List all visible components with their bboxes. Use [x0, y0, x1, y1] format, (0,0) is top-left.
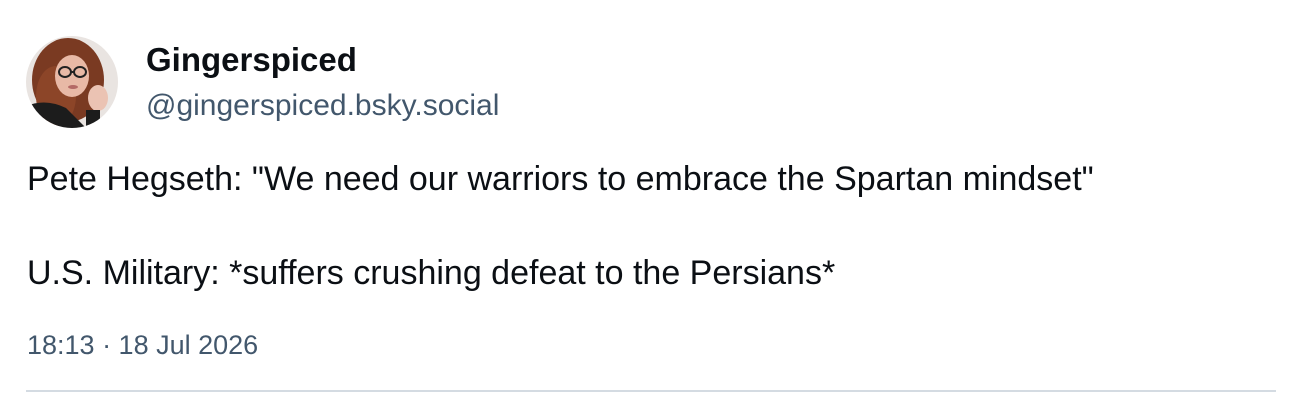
post-text-line: Pete Hegseth: "We need our warriors to e… [27, 160, 1094, 198]
divider [26, 390, 1276, 392]
post-card: Gingerspiced @gingerspiced.bsky.social P… [0, 0, 1306, 404]
author-display-name[interactable]: Gingerspiced [146, 40, 357, 80]
post-text-line: U.S. Military: *suffers crushing defeat … [27, 254, 836, 292]
author-handle[interactable]: @gingerspiced.bsky.social [146, 87, 499, 125]
post-timestamp[interactable]: 18:13 · 18 Jul 2026 [27, 327, 258, 363]
avatar-photo-icon [26, 36, 118, 128]
avatar[interactable] [26, 36, 118, 128]
